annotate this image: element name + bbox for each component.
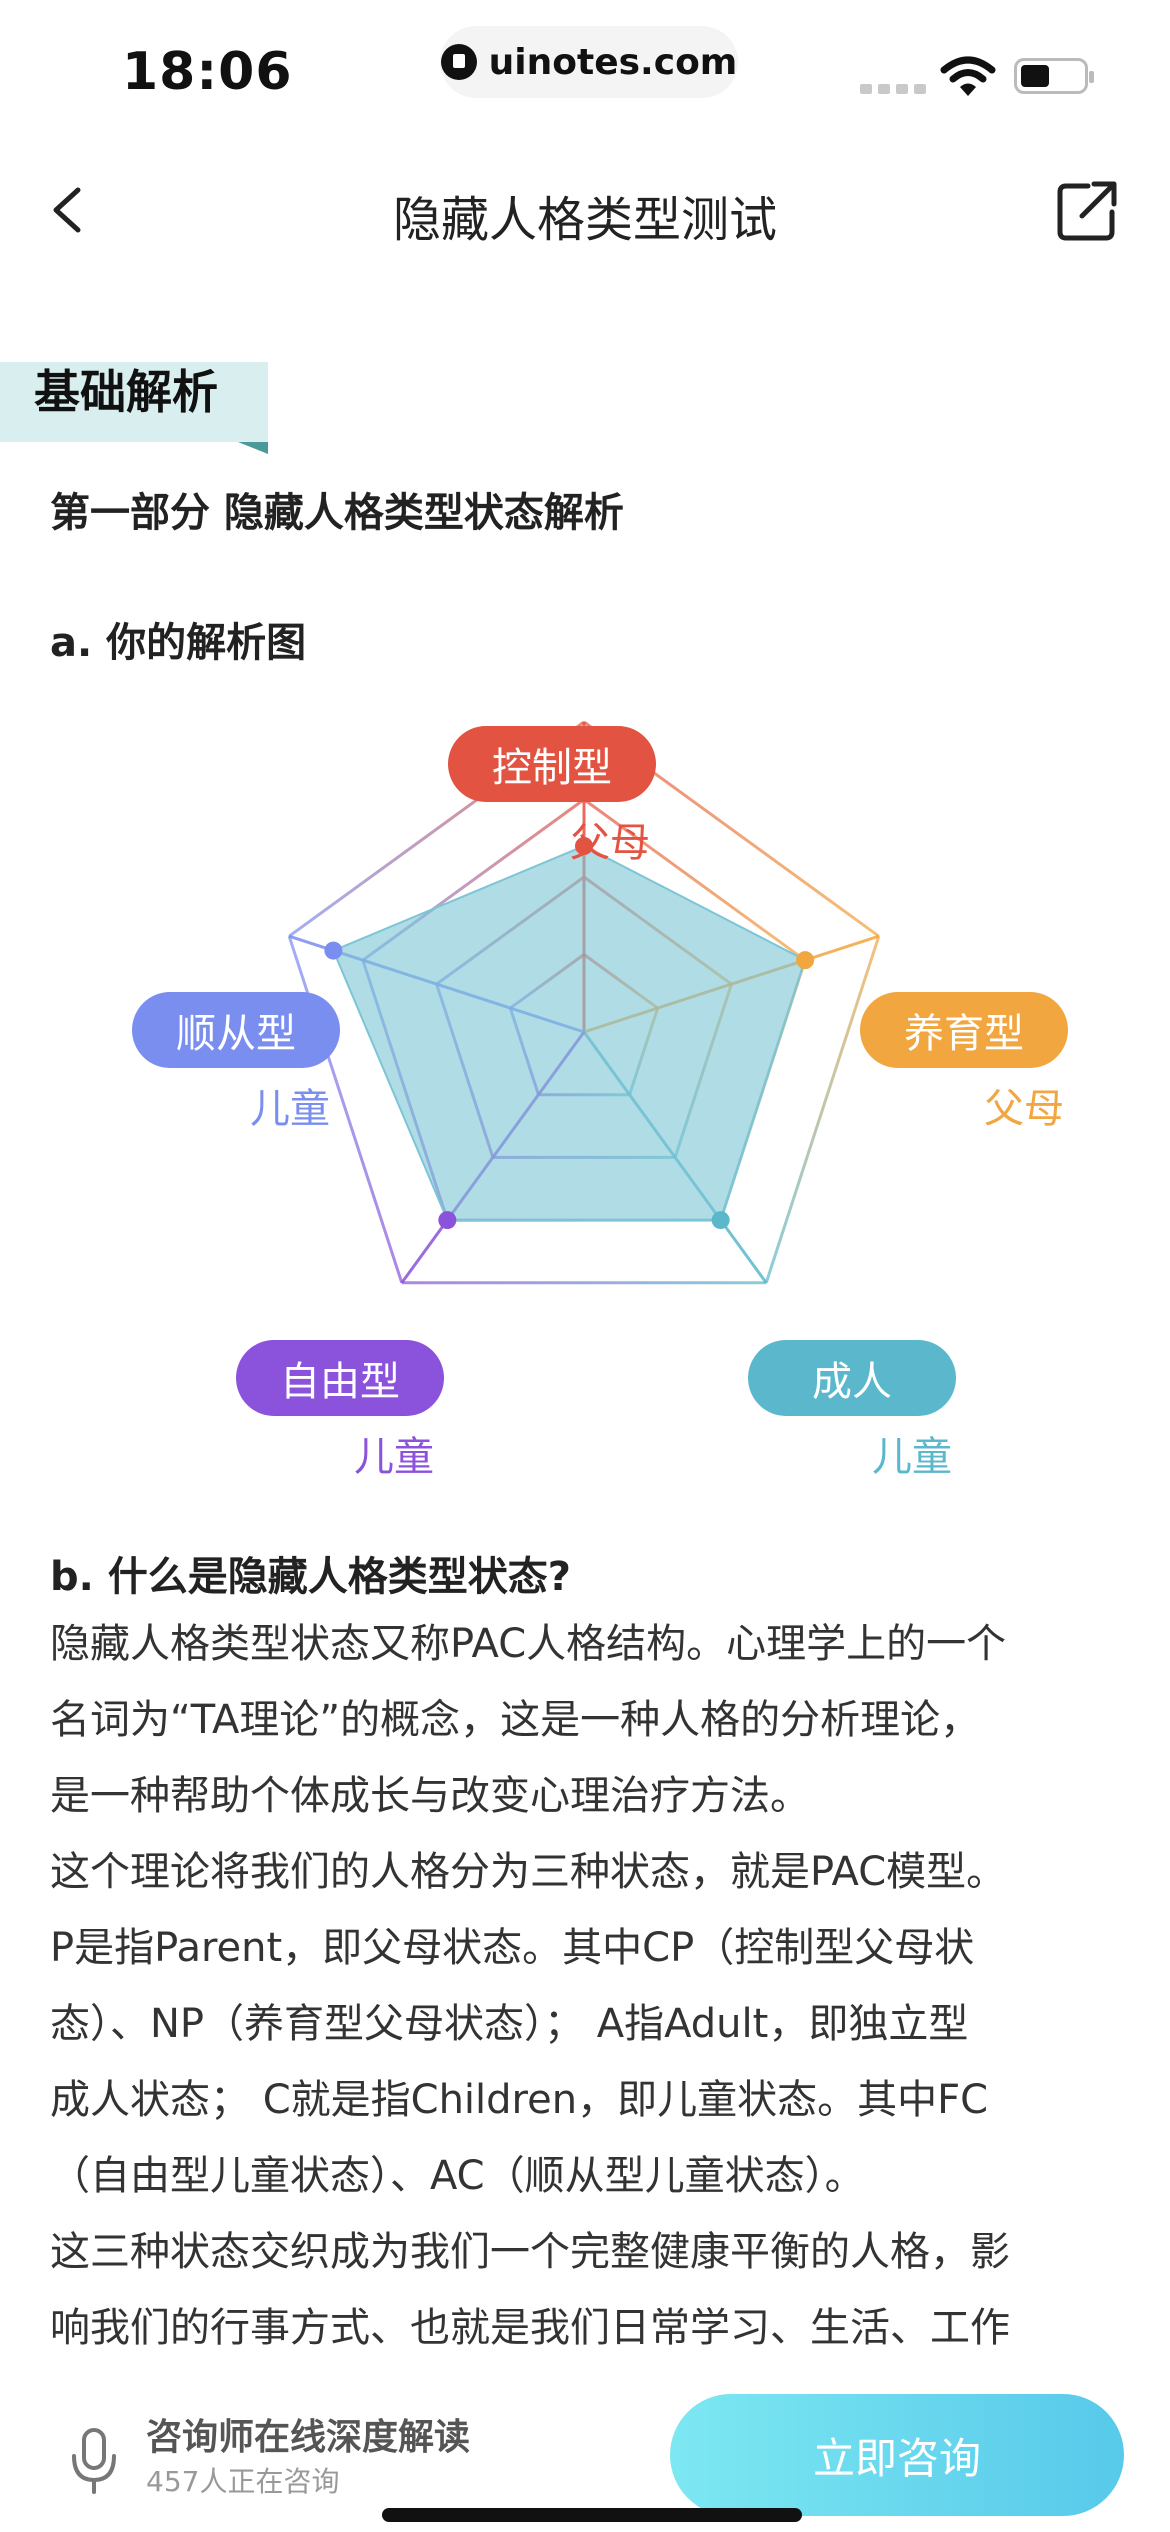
axis-pill-control: 控制型 (448, 726, 656, 802)
axis-pill-nurture: 养育型 (860, 992, 1068, 1068)
explanation-line: 成人状态； C就是指Children，即儿童状态。其中FC (50, 2077, 989, 2123)
radar-data-point (438, 1211, 457, 1230)
explanation-line: 是一种帮助个体成长与改变心理治疗方法。 (50, 1773, 810, 1819)
consult-title: 咨询师在线深度解读 (146, 2417, 471, 2458)
axis-sub-nurture: 父母 (984, 1086, 1064, 1132)
page-title: 隐藏人格类型测试 (392, 192, 777, 248)
radar-chart: 控制型 父母 养育型 父母 成人 儿童 自由型 儿童 顺从型 儿童 (0, 700, 1170, 1480)
wifi-icon (940, 56, 996, 96)
cellular-signal-icon (860, 84, 926, 94)
axis-pill-free: 自由型 (236, 1340, 444, 1416)
explanation-line: 这个理论将我们的人格分为三种状态，就是PAC模型。 (50, 1849, 1007, 1895)
consult-count: 457人正在咨询 (146, 2465, 340, 2498)
battery-icon (1014, 58, 1094, 94)
radar-data-point (796, 951, 815, 970)
status-bar: 18:06 uinotes.com (0, 0, 1170, 130)
explanation-line: 态）、NP（养育型父母状态）； A指Adult，即独立型 (50, 2001, 969, 2047)
home-indicator (382, 2508, 802, 2522)
explanation-line: （自由型儿童状态）、AC（顺从型儿童状态）。 (50, 2153, 865, 2199)
url-text: uinotes.com (488, 41, 738, 83)
radar-data-area (332, 844, 807, 1222)
explanation-line: 名词为“TA理论”的概念，这是一种人格的分析理论， (50, 1697, 981, 1743)
explanation-line: 响我们的行事方式、也就是我们日常学习、生活、工作 (50, 2305, 1010, 2351)
section-tag-fold (238, 442, 268, 454)
axis-sub-obedient: 儿童 (250, 1086, 330, 1132)
site-icon (440, 44, 477, 80)
explanation-line: 这三种状态交织成为我们一个完整健康平衡的人格，影 (50, 2229, 1010, 2275)
section-tag: 基础解析 (34, 365, 218, 419)
radar-data-point (711, 1211, 730, 1230)
consult-now-button[interactable]: 立即咨询 (670, 2394, 1124, 2516)
microphone-icon (72, 2428, 116, 2494)
explanation-line: P是指Parent，即父母状态。其中CP（控制型父母状 (50, 1925, 975, 1971)
axis-sub-free: 儿童 (354, 1434, 434, 1480)
share-icon[interactable] (1048, 170, 1128, 250)
nav-bar: 隐藏人格类型测试 (0, 150, 1170, 270)
axis-pill-adult: 成人 (748, 1340, 956, 1416)
part-title: 第一部分 隐藏人格类型状态解析 (50, 490, 624, 536)
analysis-heading: a. 你的解析图 (50, 620, 307, 666)
status-time: 18:06 (122, 42, 293, 102)
explanation-line: 隐藏人格类型状态又称PAC人格结构。心理学上的一个 (50, 1621, 1007, 1667)
url-pill[interactable]: uinotes.com (440, 26, 738, 98)
axis-pill-obedient: 顺从型 (132, 992, 340, 1068)
explanation-heading: b. 什么是隐藏人格类型状态? (50, 1554, 571, 1600)
axis-sub-adult: 儿童 (872, 1434, 952, 1480)
radar-data-point (324, 941, 343, 960)
axis-sub-control: 父母 (570, 820, 650, 866)
